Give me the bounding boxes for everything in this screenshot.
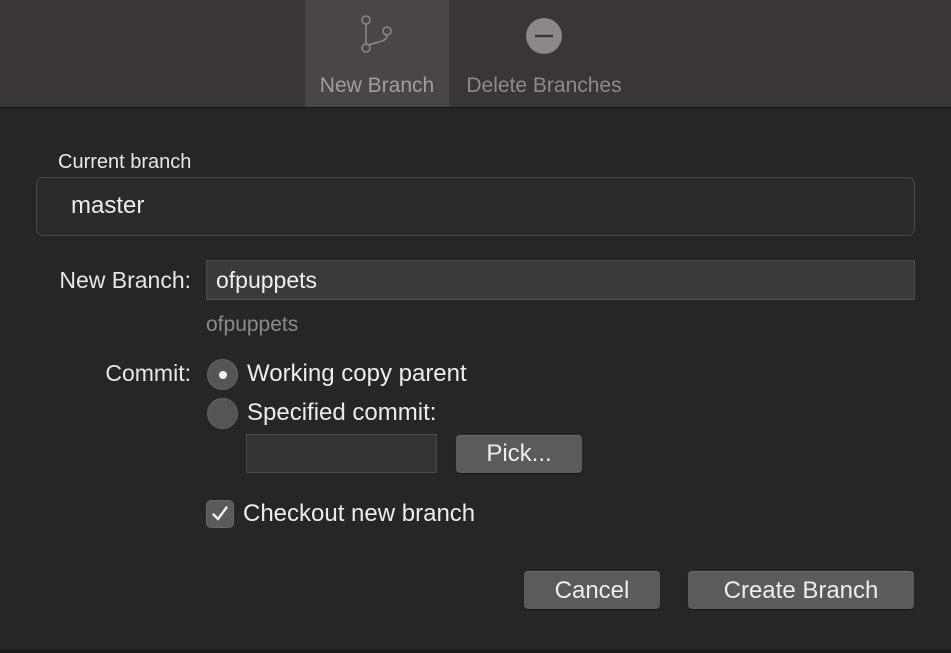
- current-branch-title: Current branch: [58, 151, 192, 173]
- new-branch-field-label: New Branch:: [59, 267, 191, 293]
- minus-circle-icon: [522, 14, 566, 58]
- radio-label-specified-commit: Specified commit:: [247, 399, 437, 426]
- toolbar-new-branch-button[interactable]: New Branch: [305, 0, 449, 107]
- new-branch-label: New Branch: [319, 74, 435, 97]
- checkout-label: Checkout new branch: [243, 500, 476, 527]
- checkout-new-branch-option[interactable]: Checkout new branch: [206, 499, 475, 529]
- radio-button-unselected[interactable]: [207, 397, 238, 429]
- radio-specified-commit[interactable]: Specified commit:: [207, 397, 436, 429]
- create-branch-button[interactable]: Create Branch: [688, 571, 914, 609]
- new-branch-hint: ofpuppets: [206, 313, 299, 336]
- new-branch-input[interactable]: [206, 260, 915, 300]
- pick-button[interactable]: Pick...: [456, 435, 582, 473]
- toolbar-delete-branches-button[interactable]: Delete Branches: [449, 0, 639, 107]
- checkout-checkbox[interactable]: [206, 500, 234, 528]
- current-branch-value: master: [71, 192, 145, 219]
- delete-branches-label: Delete Branches: [466, 74, 622, 97]
- checkmark-icon: [212, 506, 228, 521]
- toolbar: New Branch Delete Branches: [0, 0, 951, 108]
- cancel-button[interactable]: Cancel: [524, 571, 660, 609]
- radio-working-copy-parent[interactable]: Working copy parent: [207, 358, 467, 390]
- specified-commit-input[interactable]: [246, 434, 437, 473]
- branch-icon: [355, 14, 399, 58]
- radio-label-working-copy-parent: Working copy parent: [247, 360, 467, 387]
- radio-button-selected[interactable]: [207, 358, 238, 390]
- create-branch-dialog: New Branch Delete Branches Current branc…: [0, 0, 951, 653]
- current-branch-box: master: [36, 177, 915, 236]
- commit-label: Commit:: [105, 360, 191, 386]
